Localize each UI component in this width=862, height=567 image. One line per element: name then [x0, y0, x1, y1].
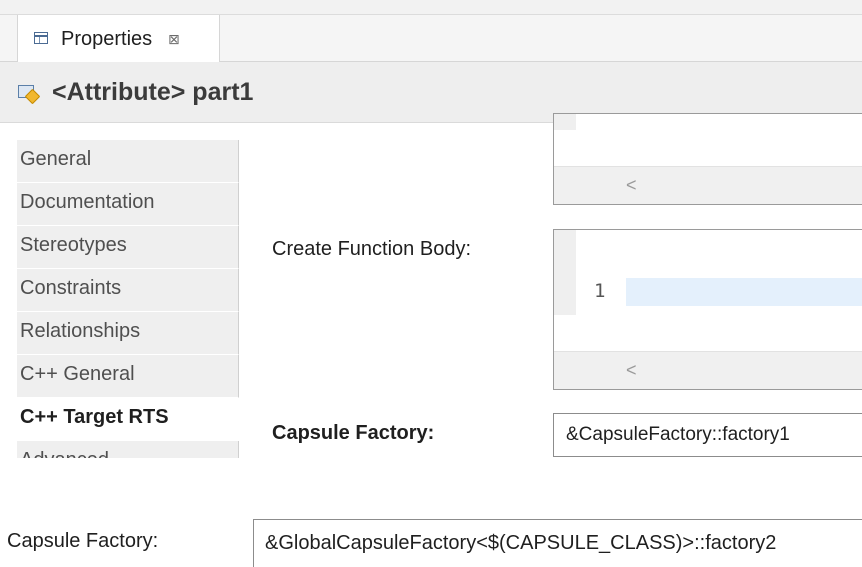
scroll-left-icon[interactable]: < — [626, 175, 637, 196]
capsule-factory-field-default[interactable]: &GlobalCapsuleFactory<$(CAPSULE_CLASS)>:… — [253, 519, 862, 567]
sidebar-item-relationships[interactable]: Relationships — [17, 312, 239, 355]
capsule-factory-label-default: Capsule Factory: — [7, 530, 159, 552]
sidebar-item-advanced[interactable]: Advanced — [17, 441, 239, 458]
capsule-factory-field[interactable]: &CapsuleFactory::factory1 — [553, 413, 862, 457]
horizontal-scrollbar[interactable]: < — [554, 166, 862, 204]
top-toolbar-strip — [0, 0, 862, 15]
editor-gutter — [554, 114, 623, 167]
sidebar-item-cpp-general[interactable]: C++ General — [17, 355, 239, 398]
sidebar-item-general[interactable]: General — [17, 140, 239, 183]
previous-code-editor[interactable]: < — [553, 113, 862, 205]
sidebar-top-gap — [17, 123, 239, 140]
sidebar-item-constraints[interactable]: Constraints — [17, 269, 239, 312]
create-function-body-label: Create Function Body: — [272, 238, 471, 260]
properties-sidebar: General Documentation Stereotypes Constr… — [17, 123, 239, 458]
page-title: <Attribute> part1 — [52, 78, 254, 106]
line-number: 1 — [594, 280, 606, 302]
editor-ruler — [554, 230, 576, 315]
current-line-highlight — [626, 278, 862, 306]
scroll-left-icon[interactable]: < — [626, 360, 637, 381]
properties-panel: Properties ⊠ <Attribute> part1 General D… — [0, 0, 862, 458]
editor-gutter: 1 — [554, 230, 623, 352]
horizontal-scrollbar[interactable]: < — [554, 351, 862, 389]
properties-view-icon — [34, 32, 48, 44]
tab-properties[interactable]: Properties ⊠ — [17, 15, 220, 62]
code-area[interactable] — [622, 114, 862, 167]
create-function-body-editor[interactable]: 1 < — [553, 229, 862, 390]
editor-ruler — [554, 114, 576, 130]
sidebar-item-cpp-target-rts[interactable]: C++ Target RTS — [17, 398, 239, 441]
close-icon[interactable]: ⊠ — [168, 31, 180, 48]
attribute-icon — [18, 85, 34, 98]
capsule-factory-label: Capsule Factory: — [272, 422, 435, 444]
tab-label: Properties — [61, 28, 153, 50]
code-area[interactable] — [622, 230, 862, 352]
sidebar-item-documentation[interactable]: Documentation — [17, 183, 239, 226]
view-tab-bar: Properties ⊠ — [0, 15, 862, 62]
sidebar-item-stereotypes[interactable]: Stereotypes — [17, 226, 239, 269]
